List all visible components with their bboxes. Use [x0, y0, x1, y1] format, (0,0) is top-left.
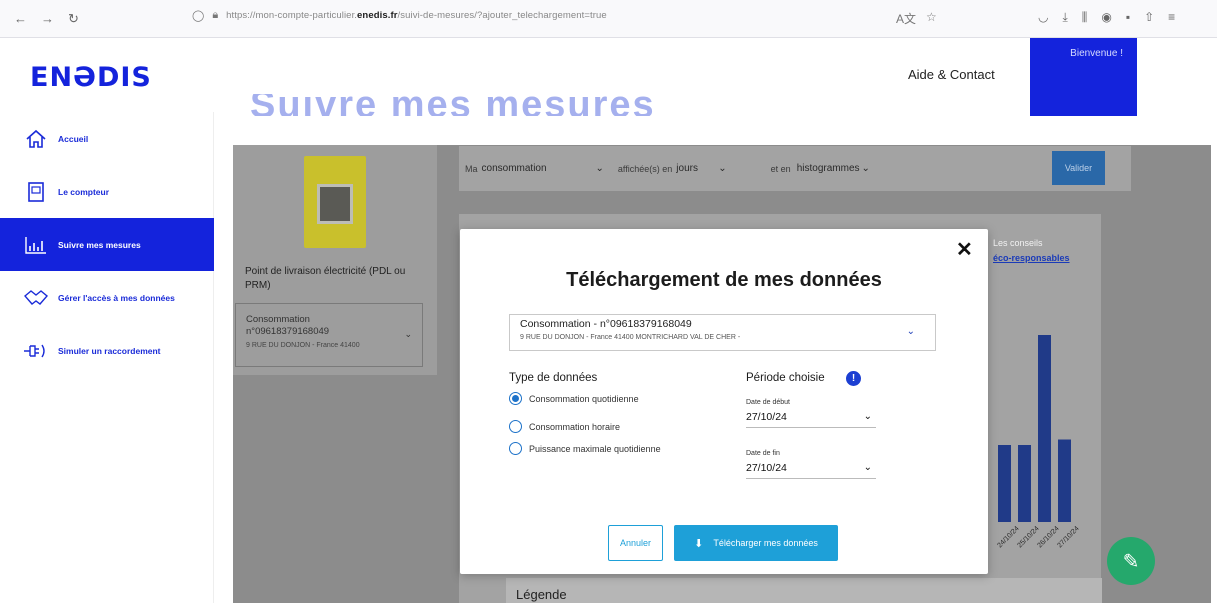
- download-button-label: Télécharger mes données: [713, 538, 818, 548]
- conseils-line2: éco-responsables: [993, 253, 1070, 263]
- chevron-down-icon[interactable]: ⌄: [596, 163, 604, 174]
- x-tick-label: 27/10/24: [1056, 525, 1080, 549]
- back-icon[interactable]: ←: [14, 11, 27, 27]
- conseils-link[interactable]: Les conseils éco-responsables: [993, 236, 1070, 266]
- radio-button[interactable]: [509, 392, 522, 405]
- sidebar-item-raccordement[interactable]: Simuler un raccordement: [0, 324, 214, 377]
- ma-select[interactable]: consommation: [482, 163, 592, 174]
- pocket-icon[interactable]: ◡: [1038, 10, 1048, 25]
- handshake-icon: [22, 287, 50, 309]
- library-icon[interactable]: ⫼: [1082, 10, 1088, 25]
- modal-title: Téléchargement de mes données: [566, 269, 882, 291]
- sidebar-item-label: Le compteur: [58, 186, 110, 197]
- chart-bar[interactable]: [1018, 445, 1031, 522]
- page-title: Suivre mes mesures: [250, 94, 656, 116]
- chat-icon[interactable]: ✎: [1107, 537, 1155, 585]
- bienvenue-button[interactable]: Bienvenue !: [1030, 38, 1137, 116]
- radio-consommation-horaire[interactable]: Consommation horaire: [509, 420, 620, 433]
- date-fin-label: Date de fin: [746, 450, 780, 457]
- affichee-select[interactable]: jours: [676, 163, 710, 174]
- chevron-down-icon[interactable]: ⌄: [864, 462, 872, 473]
- periode-label: Période choisie: [746, 372, 825, 384]
- meter-icon: [22, 181, 50, 203]
- sidebar-item-label: Simuler un raccordement: [58, 345, 161, 356]
- aide-contact-link[interactable]: Aide & Contact: [908, 67, 995, 82]
- enedis-logo[interactable]: ENƏDIS: [30, 62, 152, 93]
- sidebar-item-suivre[interactable]: Suivre mes mesures: [0, 218, 214, 271]
- bookmark-star-icon[interactable]: ☆: [926, 10, 937, 27]
- pdl-label: Point de livraison électricité (PDL ou P…: [245, 266, 406, 291]
- account-icon[interactable]: ◉: [1101, 10, 1111, 25]
- date-fin-value[interactable]: 27/10/24: [746, 462, 787, 474]
- sidebar-item-compteur[interactable]: Le compteur: [0, 165, 214, 218]
- download-modal: ✕ Téléchargement de mes données Consomma…: [460, 229, 988, 574]
- info-icon[interactable]: !: [846, 371, 861, 386]
- conso-line1: Consommation: [246, 314, 310, 325]
- radio-label: Puissance maximale quotidienne: [529, 443, 661, 454]
- share-icon[interactable]: ⇧: [1144, 10, 1154, 25]
- legende-heading: Légende: [506, 578, 1102, 603]
- download-icon: ⬇: [694, 537, 704, 550]
- date-debut-label: Date de début: [746, 399, 790, 406]
- meter-image: [304, 156, 366, 248]
- bar-chart-icon: [22, 234, 50, 256]
- chart-bar[interactable]: [1058, 439, 1071, 523]
- chevron-down-icon[interactable]: ⌄: [718, 163, 726, 174]
- pdl-dropdown[interactable]: Consommation - n°09618379168049 9 RUE DU…: [509, 314, 936, 351]
- radio-label: Consommation horaire: [529, 421, 621, 432]
- sidebar-item-accueil[interactable]: Accueil: [0, 112, 214, 165]
- close-icon[interactable]: ✕: [956, 237, 973, 262]
- pdl-select[interactable]: Consommation n°09618379168049 9 RUE DU D…: [235, 303, 423, 367]
- menu-icon[interactable]: ≡: [1168, 10, 1175, 25]
- radio-label: Consommation quotidienne: [529, 393, 639, 404]
- conso-line2: n°09618379168049: [246, 326, 330, 337]
- radio-consommation-quotidienne[interactable]: Consommation quotidienne: [509, 392, 639, 405]
- translate-icon[interactable]: A文: [896, 10, 916, 27]
- valider-button[interactable]: Valider: [1052, 151, 1105, 185]
- sidebar-item-acces[interactable]: Gérer l'accès à mes données: [0, 271, 214, 324]
- shield-icon: ◯: [192, 10, 205, 22]
- cancel-button[interactable]: Annuler: [608, 525, 663, 561]
- download-button[interactable]: ⬇ Télécharger mes données: [674, 525, 838, 561]
- radio-button[interactable]: [509, 442, 522, 455]
- sidebar-item-label: Gérer l'accès à mes données: [58, 292, 175, 303]
- url-prefix: https://mon-compte-particulier.: [226, 10, 358, 21]
- radio-puissance-maximale[interactable]: Puissance maximale quotidienne: [509, 442, 661, 455]
- filter-bar: Ma consommation ⌄ affichée(s) en jours ⌄…: [459, 146, 1131, 191]
- date-fin-field[interactable]: Date de fin 27/10/24 ⌄: [746, 450, 876, 479]
- reload-icon[interactable]: ↻: [68, 11, 79, 27]
- chevron-down-icon: ⌄: [906, 326, 915, 337]
- date-debut-value[interactable]: 27/10/24: [746, 411, 787, 423]
- consumption-chart: 24/10/2425/10/2426/10/2427/10/24: [996, 335, 1081, 549]
- ma-label: Ma: [465, 163, 478, 174]
- chart-bar[interactable]: [998, 445, 1011, 522]
- address-bar[interactable]: ◯ 🔒︎ https://mon-compte-particulier.ened…: [192, 9, 607, 22]
- type-donnees-label: Type de données: [509, 372, 598, 384]
- chart-bar[interactable]: [1038, 335, 1051, 522]
- browser-toolbar: ← → ↻ ◯ 🔒︎ https://mon-compte-particulie…: [0, 0, 1217, 38]
- radio-button[interactable]: [509, 420, 522, 433]
- conseils-line1: Les conseils: [993, 238, 1043, 248]
- sidebar: Accueil Le compteur Suivre mes mesures G…: [0, 112, 214, 603]
- date-debut-field[interactable]: Date de début 27/10/24 ⌄: [746, 399, 876, 428]
- extension-icon[interactable]: ▪: [1126, 10, 1130, 25]
- sidebar-item-label: Suivre mes mesures: [58, 239, 141, 250]
- home-icon: [22, 128, 50, 150]
- download-icon[interactable]: ⤓: [1062, 10, 1067, 25]
- chevron-down-icon[interactable]: ⌄: [864, 411, 872, 422]
- forward-icon[interactable]: →: [41, 11, 54, 27]
- plug-icon: [22, 340, 50, 362]
- affichee-label: affichée(s) en: [617, 163, 673, 174]
- chevron-down-icon[interactable]: ⌄: [862, 163, 870, 174]
- conso-address: 9 RUE DU DONJON - France 41400: [246, 342, 360, 349]
- url-suffix: /suivi-de-mesures/?ajouter_telechargemen…: [397, 10, 607, 21]
- eten-select[interactable]: histogrammes: [797, 163, 860, 174]
- chevron-down-icon: ⌄: [404, 329, 412, 339]
- sidebar-item-label: Accueil: [58, 133, 89, 144]
- eten-label: et en: [770, 163, 791, 174]
- pdl-dropdown-line2: 9 RUE DU DONJON - France 41400 MONTRICHA…: [520, 334, 741, 341]
- url-domain: enedis.fr: [357, 10, 398, 21]
- pdl-dropdown-line1: Consommation - n°09618379168049: [520, 318, 692, 330]
- lock-icon: 🔒︎: [212, 9, 219, 21]
